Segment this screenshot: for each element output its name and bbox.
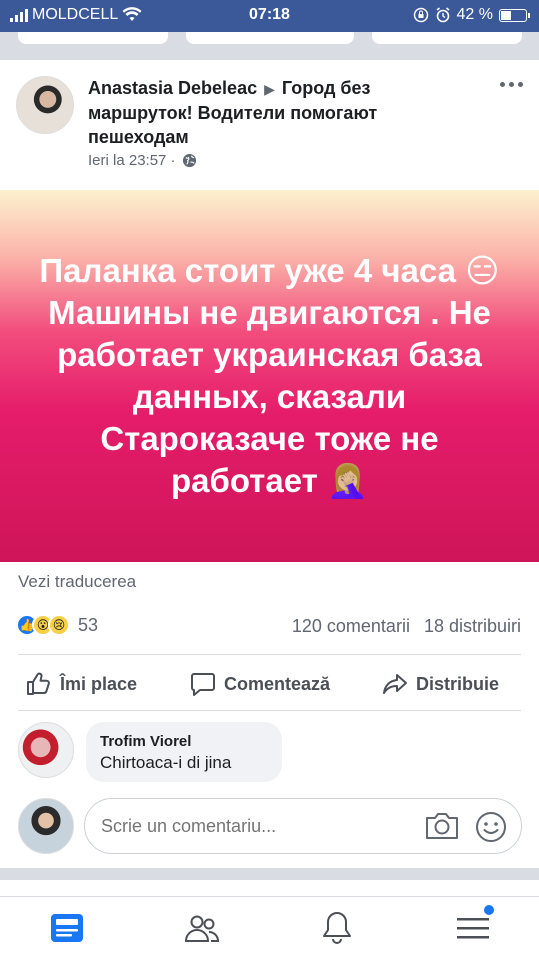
comment-bubble[interactable]: Trofim Viorel Chirtoaca-i di jina (86, 722, 282, 782)
comment-label: Comentează (224, 673, 331, 694)
battery-icon (499, 8, 530, 22)
comment-button[interactable]: Comentează (190, 656, 330, 712)
status-text: Паланка стоит уже 4 часа 😑 Машины не дви… (39, 252, 500, 499)
engagement-counts: 120 comentarii 18 distribuiri (292, 616, 521, 637)
comments-count[interactable]: 120 comentarii (292, 616, 410, 637)
news-feed-tab[interactable] (48, 909, 86, 947)
comment-text: Chirtoaca-i di jina (100, 753, 232, 772)
share-label: Distribuie (416, 673, 500, 694)
current-user-avatar (18, 798, 74, 854)
like-button[interactable]: Îmi place (26, 656, 137, 712)
more-options-icon[interactable] (500, 82, 523, 87)
post-meta: Ieri la 23:57 · (88, 152, 197, 169)
alarm-icon (436, 7, 450, 23)
divider (18, 710, 521, 711)
system-indicators: 42 % (413, 6, 530, 24)
menu-tab[interactable] (454, 905, 494, 947)
bottom-nav (0, 896, 539, 960)
camera-icon[interactable] (424, 810, 460, 842)
post-header: Anastasia Debeleac ▶ Город без маршруток… (88, 76, 468, 149)
status-bar: MOLDCELL 07:18 42 % (0, 0, 539, 32)
divider (18, 654, 521, 655)
rotation-lock-icon (413, 7, 428, 23)
post-timestamp[interactable]: Ieri la 23:57 · (88, 152, 176, 169)
author-avatar[interactable] (16, 76, 74, 134)
sad-reaction-icon: 😢 (48, 614, 70, 636)
arrow-right-icon: ▶ (264, 81, 275, 97)
author-name[interactable]: Anastasia Debeleac (88, 78, 257, 98)
thumbs-up-icon (27, 672, 50, 695)
shares-count[interactable]: 18 distribuiri (424, 616, 521, 637)
status-background: Паланка стоит уже 4 часа 😑 Машины не дви… (0, 190, 539, 562)
commenter-avatar[interactable] (18, 722, 74, 778)
share-icon (383, 674, 407, 694)
feed-separator (0, 868, 539, 880)
feed-separator (0, 32, 539, 60)
battery-percent: 42 % (456, 6, 493, 23)
notifications-tab[interactable] (318, 909, 356, 947)
comment-author[interactable]: Trofim Viorel (100, 732, 268, 752)
reactions-summary[interactable]: 👍 😮 😢 53 (16, 614, 98, 636)
post-actions: Îmi place Comentează Distribuie (0, 656, 539, 712)
comment-icon (191, 673, 215, 696)
globe-icon (182, 153, 196, 168)
friends-icon (184, 915, 220, 942)
notification-dot (484, 905, 494, 915)
friends-tab[interactable] (183, 909, 221, 947)
reaction-count: 53 (78, 614, 99, 635)
notifications-icon (323, 912, 351, 944)
see-translation-link[interactable]: Vezi traducerea (18, 572, 136, 592)
share-button[interactable]: Distribuie (382, 656, 499, 712)
emoji-icon[interactable] (474, 810, 508, 844)
like-label: Îmi place (60, 673, 138, 694)
news-feed-icon (51, 914, 83, 942)
